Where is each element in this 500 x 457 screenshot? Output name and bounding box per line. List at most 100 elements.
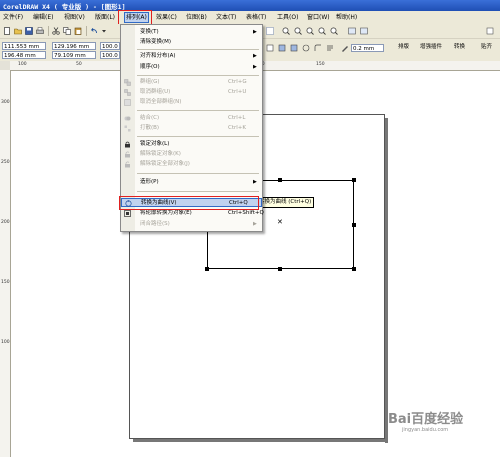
- menu-edit[interactable]: 编辑(E): [33, 13, 53, 22]
- copy-icon[interactable]: [63, 27, 71, 35]
- align-icon[interactable]: [266, 44, 274, 52]
- zoom-out-icon[interactable]: [294, 27, 302, 35]
- menu-item-ungroup[interactable]: 取消群组(U) Ctrl+U: [121, 88, 262, 97]
- menu-item-combine[interactable]: 结合(C) Ctrl+L: [121, 114, 262, 123]
- snap-button[interactable]: 贴齐: [481, 43, 492, 52]
- wrap-text-icon[interactable]: [326, 44, 334, 52]
- wrap-button[interactable]: 排版: [398, 43, 409, 52]
- menu-item-label: 对齐和分布(A): [140, 53, 176, 59]
- scale-width-field[interactable]: 100.0: [100, 42, 120, 50]
- annotation-box-menu: [118, 10, 152, 25]
- unlock-icon: [125, 151, 130, 158]
- window-title: CorelDRAW X4 ( 专业版 ) - [图形1]: [3, 3, 126, 11]
- front-icon[interactable]: [278, 44, 286, 52]
- scale-height-field[interactable]: 100.0: [100, 51, 120, 59]
- menu-item-break-apart[interactable]: 打散(B) Ctrl+K: [121, 124, 262, 133]
- watermark-url: jingyan.baidu.com: [402, 427, 449, 433]
- zoom-level-icon[interactable]: [266, 27, 274, 35]
- zoom-all-icon[interactable]: [330, 27, 338, 35]
- selection-handle[interactable]: [205, 267, 209, 271]
- menu-bar: 文件(F) 编辑(E) 视图(V) 版面(L) 排列(A) 效果(C) 位图(B…: [0, 11, 500, 25]
- selection-handle[interactable]: [278, 178, 282, 182]
- menu-item-label: 取消群组(U): [140, 89, 171, 95]
- submenu-arrow-icon: ▶: [253, 29, 257, 35]
- menu-item-label: 变换(T): [140, 29, 159, 35]
- open-folder-icon[interactable]: [14, 27, 22, 35]
- menu-window[interactable]: 窗口(W): [307, 13, 330, 22]
- menu-item-shortcut: Ctrl+U: [228, 89, 247, 95]
- print-icon[interactable]: [36, 27, 44, 35]
- menu-item-shortcut: Ctrl+L: [228, 115, 246, 121]
- menu-view[interactable]: 视图(V): [64, 13, 85, 22]
- menu-item-order[interactable]: 顺序(O) ▶: [121, 63, 262, 72]
- menu-item-label: 顺序(O): [140, 64, 160, 70]
- menu-item-convert-outline[interactable]: 将轮廓转换为对象(E) Ctrl+Shift+Q: [121, 209, 264, 218]
- menu-item-close-path[interactable]: 闭合路径(S) ▶: [121, 220, 262, 229]
- tooltip: 转换为曲线 (Ctrl+Q): [256, 197, 315, 208]
- menu-separator: [137, 191, 259, 192]
- menu-tools[interactable]: 工具(O): [277, 13, 298, 22]
- vertical-ruler[interactable]: 300 250 200 150 100: [0, 70, 11, 457]
- selection-handle[interactable]: [352, 267, 356, 271]
- import-icon[interactable]: [348, 27, 356, 35]
- export-icon[interactable]: [360, 27, 368, 35]
- ruler-label: 100: [18, 62, 27, 67]
- menu-item-shaping[interactable]: 造形(P) ▶: [121, 178, 262, 187]
- menu-text[interactable]: 文本(T): [216, 13, 236, 22]
- menu-item-group[interactable]: 群组(G) Ctrl+G: [121, 78, 262, 87]
- ruler-label: 200: [1, 220, 10, 225]
- unlock-all-icon: [125, 161, 130, 168]
- menu-item-label: 清除变换(M): [140, 39, 172, 45]
- menu-bitmaps[interactable]: 位图(B): [186, 13, 207, 22]
- plugin-button[interactable]: 增强插件: [420, 43, 442, 52]
- selection-handle[interactable]: [352, 223, 356, 227]
- menu-item-unlock-object[interactable]: 解除锁定对象(K): [121, 150, 262, 159]
- menu-help[interactable]: 帮助(H): [336, 13, 357, 22]
- height-field[interactable]: 79.109 mm: [52, 51, 96, 59]
- ruler-label: 250: [1, 160, 10, 165]
- menu-item-transform[interactable]: 变换(T) ▶: [121, 28, 262, 37]
- menu-layout[interactable]: 版面(L): [95, 13, 115, 22]
- convert-button[interactable]: 转换: [454, 43, 465, 52]
- menu-item-ungroup-all[interactable]: 取消全部群组(N): [121, 98, 262, 107]
- back-icon[interactable]: [290, 44, 298, 52]
- paste-icon[interactable]: [74, 27, 82, 35]
- menu-item-unlock-all[interactable]: 解除锁定全部对象(J): [121, 160, 262, 169]
- submenu-arrow-icon: ▶: [253, 221, 257, 227]
- menu-item-label: 群组(G): [140, 79, 160, 85]
- center-marker-icon: ✕: [277, 218, 283, 226]
- zoom-in-icon[interactable]: [282, 27, 290, 35]
- options-icon[interactable]: [486, 27, 494, 35]
- selection-handle[interactable]: [278, 267, 282, 271]
- menu-item-clear-transform[interactable]: 清除变换(M): [121, 38, 262, 47]
- menu-item-lock-object[interactable]: 锁定对象(L): [121, 140, 262, 149]
- convert-curve-icon[interactable]: [302, 44, 310, 52]
- menu-item-align-distribute[interactable]: 对齐和分布(A) ▶: [121, 52, 262, 61]
- menu-item-label: 解除锁定全部对象(J): [140, 161, 190, 167]
- ungroup-all-icon: [124, 99, 131, 106]
- dropdown-arrow-icon[interactable]: [100, 27, 108, 35]
- menu-item-label: 打散(B): [140, 125, 160, 131]
- selection-handle[interactable]: [352, 178, 356, 182]
- outline-width-field[interactable]: 0.2 mm: [351, 44, 384, 52]
- group-icon: [124, 79, 131, 86]
- undo-icon[interactable]: [90, 27, 98, 35]
- x-position-field[interactable]: 111.553 mm: [2, 42, 46, 50]
- outline-pen-icon[interactable]: [341, 44, 349, 52]
- y-position-field[interactable]: 196.48 mm: [2, 51, 46, 59]
- ruler-corner[interactable]: [0, 61, 10, 70]
- zoom-selected-icon[interactable]: [318, 27, 326, 35]
- menu-effects[interactable]: 效果(C): [156, 13, 177, 22]
- menu-item-shortcut: Ctrl+Shift+Q: [228, 210, 264, 216]
- width-field[interactable]: 129.196 mm: [52, 42, 96, 50]
- page-shadow: [133, 439, 388, 442]
- lock-icon: [125, 141, 130, 148]
- new-document-icon[interactable]: [3, 27, 11, 35]
- cut-icon[interactable]: [52, 27, 60, 35]
- zoom-page-icon[interactable]: [306, 27, 314, 35]
- save-icon[interactable]: [25, 27, 33, 35]
- menu-table[interactable]: 表格(T): [246, 13, 266, 22]
- menu-item-label: 造形(P): [140, 179, 159, 185]
- menu-file[interactable]: 文件(F): [3, 13, 23, 22]
- corner-round-icon[interactable]: [314, 44, 322, 52]
